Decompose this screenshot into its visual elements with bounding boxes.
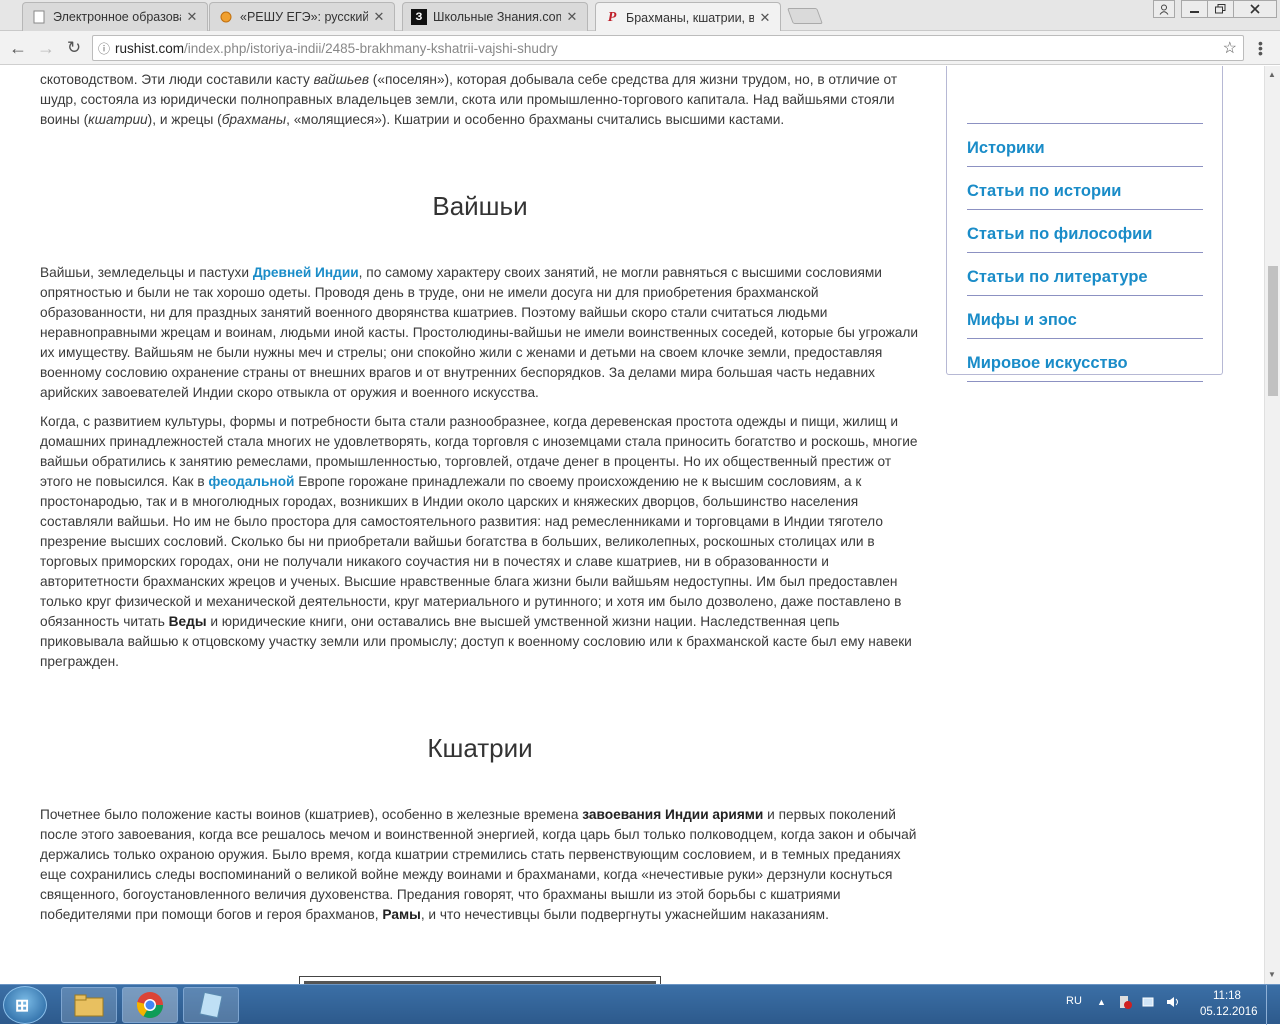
vaishyas-paragraph-1: Вайшьи, земледельцы и пастухи Древней Ин… [40, 265, 918, 400]
restore-button[interactable] [1207, 0, 1234, 18]
page-viewport: скотоводством. Эти люди составили касту … [0, 66, 1264, 984]
user-icon[interactable] [1153, 0, 1175, 18]
notepad-icon [199, 991, 223, 1019]
tab-title: Брахманы, кшатрии, вай [626, 10, 754, 25]
chrome-icon [136, 992, 164, 1019]
browser-toolbar: ← → ↻ ⓘ rushist.com/index.php/istoriya-i… [0, 31, 1280, 65]
tab-title: «РЕШУ ЕГЭ»: русский язы [240, 10, 368, 24]
address-bar[interactable]: ⓘ rushist.com/index.php/istoriya-indii/2… [92, 35, 1244, 61]
start-button[interactable]: ⊞ [3, 986, 47, 1024]
znanija-logo: З [411, 9, 427, 25]
network-icon[interactable] [1141, 994, 1157, 1013]
link-feudal[interactable]: феодальной [208, 474, 294, 489]
sidebar-item-history-articles[interactable]: Статьи по истории [967, 167, 1203, 210]
language-indicator[interactable]: RU [1066, 995, 1082, 1007]
scroll-down-icon[interactable]: ▼ [1268, 970, 1276, 979]
page-scrollbar[interactable]: ▲ ▼ [1264, 66, 1280, 984]
close-window-button[interactable] [1233, 0, 1277, 18]
tab-title: Школьные Знания.com [433, 10, 561, 24]
article-image [299, 976, 661, 984]
explorer-taskbar-button[interactable] [61, 987, 117, 1023]
action-center-icon[interactable] [1117, 994, 1133, 1013]
clock-date[interactable]: 05.12.2016 [1200, 1006, 1258, 1018]
chrome-taskbar-button[interactable] [122, 987, 178, 1023]
scrollbar-thumb[interactable] [1268, 266, 1278, 396]
tab-znanija[interactable]: З Школьные Знания.com ✕ [402, 2, 588, 31]
bookmark-star-icon[interactable]: ☆ [1223, 38, 1237, 58]
sidebar-item-literature-articles[interactable]: Статьи по литературе [967, 253, 1203, 296]
close-tab-icon[interactable]: ✕ [565, 9, 579, 25]
tab-strip: Электронное образован ✕ «РЕШУ ЕГЭ»: русс… [0, 0, 1280, 32]
close-tab-icon[interactable]: ✕ [372, 9, 386, 25]
menu-icon[interactable]: • • • [1258, 36, 1264, 60]
vaishyas-paragraph-2: Когда, с развитием культуры, формы и пот… [40, 414, 918, 669]
sidebar-menu: Историки Статьи по истории Статьи по фил… [946, 66, 1223, 382]
tab-reshu-ege[interactable]: «РЕШУ ЕГЭ»: русский язы ✕ [209, 2, 395, 31]
tab-title: Электронное образован [53, 10, 181, 24]
document-icon [31, 9, 47, 25]
sidebar-item-myths[interactable]: Мифы и эпос [967, 296, 1203, 339]
close-tab-icon[interactable]: ✕ [758, 10, 772, 26]
section-heading-vaishyas: Вайшьи [432, 191, 528, 221]
url-domain: rushist.com [115, 40, 185, 56]
show-desktop-button[interactable] [1266, 985, 1280, 1025]
scroll-up-icon[interactable]: ▲ [1268, 70, 1276, 79]
back-arrow-icon[interactable]: ← [6, 36, 30, 60]
notepad-taskbar-button[interactable] [183, 987, 239, 1023]
folder-icon [74, 994, 104, 1017]
new-tab-button[interactable] [787, 8, 823, 24]
reload-icon[interactable]: ↻ [62, 36, 86, 60]
windows-logo-icon: ⊞ [15, 996, 30, 1015]
minimize-button[interactable] [1181, 0, 1208, 18]
clock-time[interactable]: 11:18 [1213, 990, 1241, 1002]
sidebar-item-philosophy-articles[interactable]: Статьи по философии [967, 210, 1203, 253]
volume-icon[interactable] [1165, 994, 1181, 1013]
intro-paragraph: скотоводством. Эти люди составили касту … [40, 72, 898, 127]
close-tab-icon[interactable]: ✕ [185, 9, 199, 25]
sidebar-item-historians[interactable]: Историки [967, 124, 1203, 167]
forward-arrow-icon[interactable]: → [34, 36, 58, 60]
windows-taskbar: ⊞ RU ▲ 11:18 05.12.2016 [0, 984, 1280, 1025]
section-heading-kshatriyas: Кшатрии [427, 733, 533, 763]
info-icon[interactable]: ⓘ [93, 40, 115, 57]
tab-electronic-education[interactable]: Электронное образован ✕ [22, 2, 208, 31]
sun-icon [218, 9, 234, 25]
rushist-logo: P [607, 9, 617, 25]
kshatriyas-paragraph-1: Почетнее было положение касты воинов (кш… [40, 807, 917, 922]
tab-rushist[interactable]: P Брахманы, кшатрии, вай ✕ [595, 2, 781, 32]
sidebar-item-world-art[interactable]: Мировое искусство [967, 339, 1203, 382]
link-ancient-india[interactable]: Древней Индии [253, 265, 359, 280]
url-path: /index.php/istoriya-indii/2485-brakhmany… [184, 40, 558, 56]
show-hidden-icons[interactable]: ▲ [1097, 997, 1106, 1007]
